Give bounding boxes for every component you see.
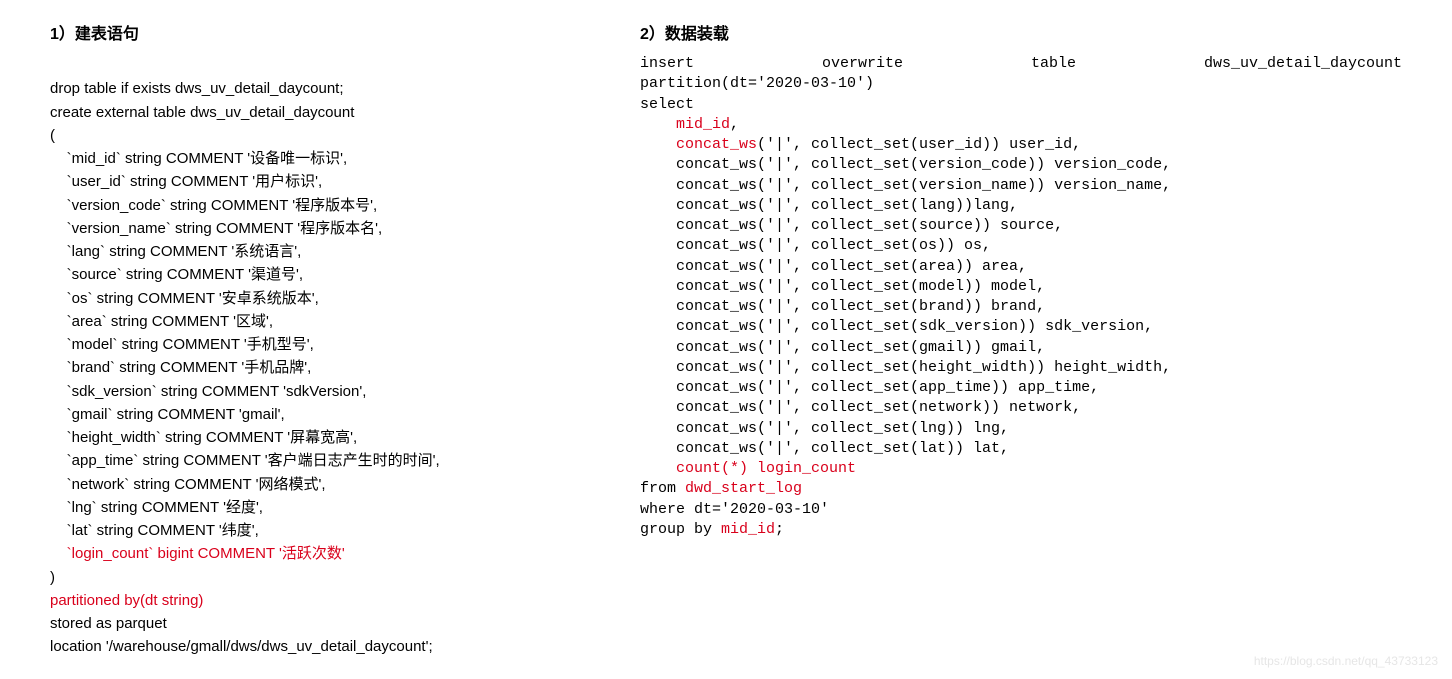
code-line: select (640, 96, 694, 113)
code-line: stored as parquet (50, 615, 167, 632)
code-line: `lng` string COMMENT '经度', (50, 499, 263, 516)
code-line: concat_ws('|', collect_set(brand)) brand… (640, 298, 1045, 315)
code-line: `os` string COMMENT '安卓系统版本', (50, 290, 319, 307)
watermark: https://blog.csdn.net/qq_43733123 (1254, 654, 1438, 668)
code-line: concat_ws('|', collect_set(version_name)… (640, 177, 1171, 194)
code-line: location '/warehouse/gmall/dws/dws_uv_de… (50, 638, 433, 655)
code-line: ( (50, 127, 55, 144)
code-line: concat_ws('|', collect_set(version_code)… (640, 156, 1171, 173)
code-line: partition(dt='2020-03-10') (640, 75, 874, 92)
code-line: `version_code` string COMMENT '程序版本号', (50, 197, 377, 214)
code-line: `model` string COMMENT '手机型号', (50, 336, 314, 353)
code-line-login-count: `login_count` bigint COMMENT '活跃次数' (50, 545, 345, 562)
group-col: mid_id (721, 521, 775, 538)
code-line: concat_ws('|', collect_set(lang))lang, (640, 197, 1018, 214)
code-line: concat_ws('|', collect_set(app_time)) ap… (640, 379, 1099, 396)
code-line: `version_name` string COMMENT '程序版本名', (50, 220, 382, 237)
code-text: ('|', collect_set(user_id)) user_id, (757, 136, 1081, 153)
code-line: `lang` string COMMENT '系统语言', (50, 243, 301, 260)
code-line: concat_ws('|', collect_set(os)) os, (640, 237, 991, 254)
section-title-data-load: 2）数据装载 (640, 20, 1402, 44)
comma: , (730, 116, 739, 133)
code-line: `source` string COMMENT '渠道号', (50, 266, 303, 283)
code-line: `user_id` string COMMENT '用户标识', (50, 173, 322, 190)
code-line-count: count(*) login_count (640, 460, 856, 477)
code-line: concat_ws('|', collect_set(area)) area, (640, 258, 1027, 275)
kw-overwrite: overwrite (822, 54, 903, 74)
code-line: concat_ws('|', collect_set(network)) net… (640, 399, 1081, 416)
code-line: where dt='2020-03-10' (640, 501, 829, 518)
kw-table: table (1031, 54, 1076, 74)
code-line: `sdk_version` string COMMENT 'sdkVersion… (50, 383, 366, 400)
code-line: `mid_id` string COMMENT '设备唯一标识', (50, 150, 347, 167)
code-line: concat_ws('|', collect_set(gmail)) gmail… (640, 339, 1045, 356)
create-table-code: drop table if exists dws_uv_detail_dayco… (50, 54, 620, 659)
insert-line: insert overwrite table dws_uv_detail_daycou… (640, 54, 1402, 74)
target-table: dws_uv_detail_daycount (1204, 54, 1402, 74)
code-line: concat_ws('|', collect_set(source)) sour… (640, 217, 1063, 234)
code-line: concat_ws('|', collect_set(lat)) lat, (640, 440, 1009, 457)
semicolon: ; (775, 521, 784, 538)
insert-code: insert overwrite table dws_uv_detail_daycou… (640, 54, 1402, 540)
code-line: concat_ws('|', collect_set(model)) model… (640, 278, 1045, 295)
code-line: ) (50, 569, 55, 586)
code-line: concat_ws('|', collect_set(lng)) lng, (640, 420, 1009, 437)
code-line: drop table if exists dws_uv_detail_dayco… (50, 80, 344, 97)
code-line: `area` string COMMENT '区域', (50, 313, 273, 330)
code-line: `gmail` string COMMENT 'gmail', (50, 406, 285, 423)
code-line: create external table dws_uv_detail_dayc… (50, 104, 354, 121)
code-line: `brand` string COMMENT '手机品牌', (50, 359, 311, 376)
code-line: `network` string COMMENT '网络模式', (50, 476, 325, 493)
code-line: `height_width` string COMMENT '屏幕宽高', (50, 429, 357, 446)
section-title-create-table: 1）建表语句 (50, 20, 620, 44)
from-table: dwd_start_log (685, 480, 802, 497)
code-line: concat_ws('|', collect_set(sdk_version))… (640, 318, 1153, 335)
code-line-midid: mid_id (640, 116, 730, 133)
kw-insert: insert (640, 54, 694, 74)
code-line-partitioned: partitioned by(dt string) (50, 592, 203, 609)
kw-concat-ws: concat_ws (640, 136, 757, 153)
code-line: concat_ws('|', collect_set(height_width)… (640, 359, 1171, 376)
code-line: `app_time` string COMMENT '客户端日志产生时的时间', (50, 452, 440, 469)
code-line: `lat` string COMMENT '纬度', (50, 522, 259, 539)
kw-group-by: group by (640, 521, 721, 538)
kw-from: from (640, 480, 685, 497)
